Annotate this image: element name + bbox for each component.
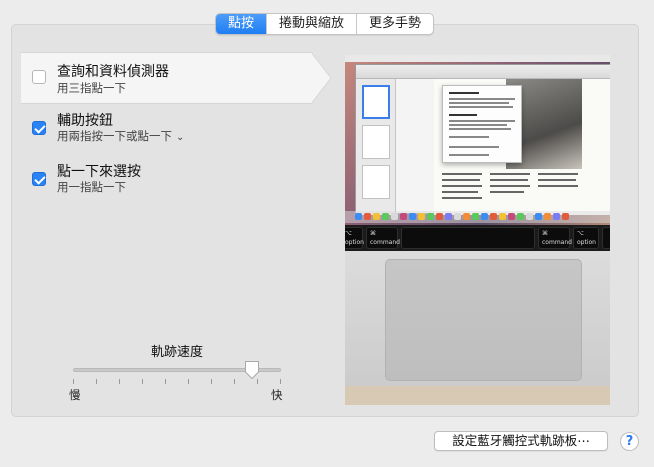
preview-menubar <box>345 55 610 62</box>
tracking-speed-label: 軌跡速度 <box>151 345 204 360</box>
secondary-click-checkbox[interactable] <box>32 121 46 135</box>
tracking-speed-thumb[interactable] <box>244 360 260 380</box>
preview-lookup-popup <box>442 85 522 163</box>
right-command-key-label: command <box>542 239 572 246</box>
preview-window <box>355 64 610 215</box>
chevron-down-icon: ⌄ <box>176 132 185 143</box>
option-subtitle: 用三指點一下 <box>57 81 126 95</box>
option-subtitle: 用一指點一下 <box>57 180 126 194</box>
tab-more-gestures[interactable]: 更多手勢 <box>356 14 433 34</box>
option-lookup-data-detectors[interactable]: 查詢和資料偵測器 用三指點一下 <box>21 52 321 104</box>
command-key-label: command <box>370 239 400 246</box>
right-option-key-label: option <box>577 239 596 246</box>
help-button[interactable]: ? <box>620 432 639 451</box>
slider-tick <box>280 379 281 384</box>
tab-bar: 點按 捲動與縮放 更多手勢 <box>215 13 435 35</box>
tab-point-and-click[interactable]: 點按 <box>216 14 267 34</box>
option-subtitle: 用兩指按一下或點一下 <box>57 129 172 143</box>
slider-tick <box>234 379 235 384</box>
setup-bluetooth-trackpad-button[interactable]: 設定藍牙觸控式軌跡板⋯ <box>434 431 608 451</box>
spacebar <box>401 227 535 249</box>
option-title: 查詢和資料偵測器 <box>57 64 169 80</box>
preview-dock <box>355 213 605 221</box>
gesture-preview-image: ⌥ option ⌘ command ⌘ command ⌥ option <box>345 55 610 405</box>
slider-tick <box>165 379 166 384</box>
preview-trackpad <box>385 259 582 381</box>
option-secondary-click[interactable]: 輔助按鈕 用兩指按一下或點一下 ⌄ <box>21 107 321 147</box>
command-key-symbol: ⌘ <box>370 230 376 237</box>
fast-label: 快 <box>271 388 283 402</box>
slider-tick <box>188 379 189 384</box>
lookup-checkbox[interactable] <box>32 70 46 84</box>
option-title: 輔助按鈕 <box>57 113 113 129</box>
slow-label: 慢 <box>69 388 81 402</box>
preview-desk <box>345 386 610 405</box>
tab-scroll-and-zoom[interactable]: 捲動與縮放 <box>266 14 356 34</box>
option-key-symbol: ⌥ <box>345 230 352 237</box>
slider-tick <box>119 379 120 384</box>
preview-keyboard: ⌥ option ⌘ command ⌘ command ⌥ option <box>345 225 610 251</box>
slider-tick <box>73 379 74 384</box>
option-key-label: option <box>345 239 364 246</box>
tap-to-click-checkbox[interactable] <box>32 172 46 186</box>
right-option-key-symbol: ⌥ <box>577 230 584 237</box>
slider-tick <box>142 379 143 384</box>
secondary-click-dropdown[interactable]: 用兩指按一下或點一下 ⌄ <box>57 128 184 144</box>
right-command-key-symbol: ⌘ <box>542 230 548 237</box>
option-tap-to-click[interactable]: 點一下來選按 用一指點一下 <box>21 158 321 198</box>
option-title: 點一下來選按 <box>57 164 141 180</box>
slider-tick <box>96 379 97 384</box>
slider-tick <box>211 379 212 384</box>
